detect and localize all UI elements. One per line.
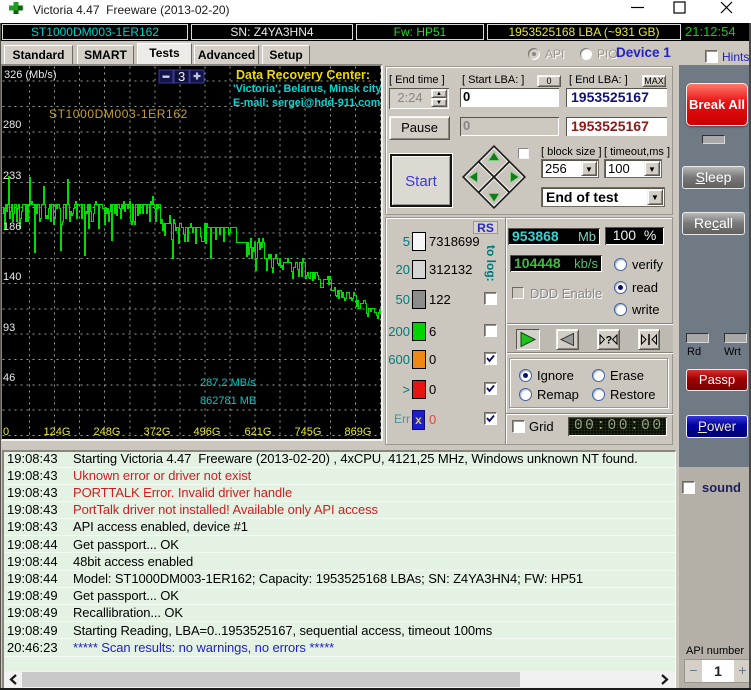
svg-text:ST1000DM003-1ER162: ST1000DM003-1ER162 (49, 107, 188, 121)
svg-text:124G: 124G (44, 426, 71, 438)
svg-text:496G: 496G (194, 426, 221, 438)
svg-text:287,2 MB/s: 287,2 MB/s (200, 377, 256, 389)
svg-text:862781 MB: 862781 MB (200, 395, 256, 407)
svg-text:869G: 869G (345, 426, 372, 438)
svg-text:?: ? (606, 335, 613, 347)
svg-text:'Victoria', Belarus, Minsk cit: 'Victoria', Belarus, Minsk city (233, 83, 381, 95)
svg-text:140: 140 (3, 271, 21, 283)
svg-text:326 (Mb/s): 326 (Mb/s) (4, 69, 57, 81)
svg-text:3: 3 (178, 69, 185, 84)
svg-text:186: 186 (3, 221, 21, 233)
svg-text:E-mail: sergei@hdd-911.com: E-mail: sergei@hdd-911.com (233, 97, 380, 109)
svg-text:745G: 745G (295, 426, 322, 438)
svg-text:93: 93 (3, 322, 15, 334)
svg-text:621G: 621G (245, 426, 272, 438)
svg-text:46: 46 (3, 372, 15, 384)
svg-text:248G: 248G (94, 426, 121, 438)
svg-text:372G: 372G (144, 426, 171, 438)
svg-text:Data Recovery Center:: Data Recovery Center: (236, 68, 370, 82)
svg-text:280: 280 (3, 119, 21, 131)
svg-text:233: 233 (3, 170, 21, 182)
svg-text:0: 0 (3, 426, 9, 438)
